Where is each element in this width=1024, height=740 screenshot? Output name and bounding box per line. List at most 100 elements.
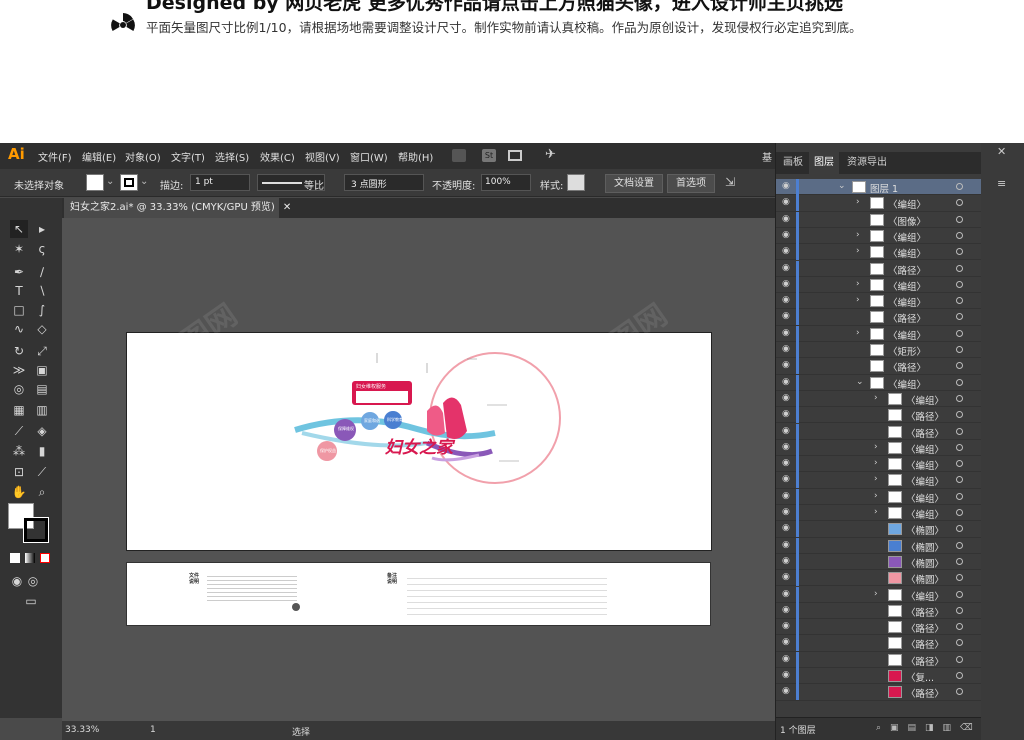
menu-edit[interactable]: 编辑(E) (82, 149, 116, 164)
eye-icon[interactable]: ◉ (782, 279, 790, 289)
arrange-icon[interactable]: ⇲ (725, 175, 735, 189)
stroke-color-box[interactable] (23, 517, 49, 543)
curvature-tool-icon[interactable]: ∕ (33, 263, 51, 281)
eraser-tool-icon[interactable]: ◇ (33, 320, 51, 338)
preferences-button[interactable]: 首选项 (667, 174, 715, 193)
line-tool-icon[interactable]: ∖ (33, 282, 51, 300)
mesh-tool-icon[interactable]: ▦ (10, 401, 28, 419)
eyedropper-tool-icon[interactable]: ⟋ (10, 422, 28, 440)
gradient-mode-icon[interactable] (25, 553, 35, 563)
layer-row[interactable]: ◉ 〈图像〉 (776, 211, 981, 228)
selection-tool-icon[interactable]: ↖ (10, 220, 28, 238)
opacity-input[interactable]: 100% (481, 174, 531, 191)
stroke-swatch[interactable] (120, 174, 138, 191)
chevron-right-icon[interactable]: › (874, 458, 878, 468)
eye-icon[interactable]: ◉ (782, 377, 790, 387)
eye-icon[interactable]: ◉ (782, 246, 790, 256)
chevron-right-icon[interactable]: › (856, 197, 860, 207)
target-icon[interactable] (956, 199, 963, 207)
shaper-tool-icon[interactable]: ∿ (10, 320, 28, 338)
layer-row[interactable]: ◉ › 〈编组〉 (776, 325, 981, 342)
chevron-right-icon[interactable]: › (874, 507, 878, 517)
chevron-right-icon[interactable]: › (874, 491, 878, 501)
zoom-tool-icon[interactable]: ⌕ (33, 483, 51, 501)
layer-row[interactable]: ◉ › 〈编组〉 (776, 505, 981, 522)
eye-icon[interactable]: ◉ (782, 360, 790, 370)
chevron-down-icon[interactable]: ⌄ (106, 176, 114, 187)
artboard-notes[interactable]: 文件说明 备注说明 (126, 562, 711, 626)
tab-artboards[interactable]: 画板 (778, 152, 808, 174)
target-icon[interactable] (956, 541, 963, 549)
artboard-main[interactable]: 妇女之家 妇女维权服务 保障维权 家庭和谐 科学教育 保护权益 (126, 332, 712, 551)
layer-row[interactable]: ◉ 〈路径〉 (776, 651, 981, 668)
menu-icon[interactable]: ≡ (997, 177, 1006, 190)
lasso-tool-icon[interactable]: ς (33, 240, 51, 258)
document-setup-button[interactable]: 文档设置 (605, 174, 663, 193)
type-tool-icon[interactable]: T (10, 282, 28, 300)
target-icon[interactable] (956, 672, 963, 679)
chevron-down-icon[interactable]: ⌄ (838, 181, 846, 191)
workspace-label[interactable]: 基 (762, 149, 772, 164)
gpu-performance-icon[interactable]: ✈ (545, 147, 556, 162)
tab-layers[interactable]: 图层 (809, 152, 839, 174)
free-transform-tool-icon[interactable]: ▣ (33, 361, 51, 379)
menu-type[interactable]: 文字(T) (171, 149, 205, 164)
eye-icon[interactable]: ◉ (782, 393, 790, 403)
layer-row[interactable]: ◉ ⌄ 〈编组〉 (776, 374, 981, 391)
layer-row[interactable]: ◉ 〈路径〉 (776, 260, 981, 277)
eye-icon[interactable]: ◉ (782, 686, 790, 696)
chevron-right-icon[interactable]: › (874, 474, 878, 484)
shape-builder-tool-icon[interactable]: ◎ (10, 380, 28, 398)
eye-icon[interactable]: ◉ (782, 295, 790, 305)
gradient-tool-icon[interactable]: ▥ (33, 401, 51, 419)
bridge-icon[interactable] (452, 149, 466, 162)
chevron-right-icon[interactable]: › (874, 589, 878, 599)
width-tool-icon[interactable]: ≫ (10, 361, 28, 379)
target-icon[interactable] (956, 378, 963, 386)
stroke-weight-input[interactable]: 1 pt (190, 174, 250, 191)
chevron-right-icon[interactable]: › (856, 328, 860, 338)
eye-icon[interactable]: ◉ (782, 328, 790, 338)
target-icon[interactable] (956, 427, 963, 435)
magic-wand-tool-icon[interactable]: ✶ (10, 240, 28, 258)
menu-window[interactable]: 窗口(W) (350, 149, 388, 164)
layer-row[interactable]: ◉ › 〈编组〉 (776, 456, 981, 473)
target-icon[interactable] (956, 606, 963, 614)
stock-icon[interactable]: St (482, 149, 496, 162)
target-icon[interactable] (956, 346, 963, 353)
blend-tool-icon[interactable]: ◈ (33, 422, 51, 440)
layer-row[interactable]: ◉ ⌄ 图层 1 (776, 179, 981, 196)
eye-icon[interactable]: ◉ (782, 230, 790, 240)
menu-help[interactable]: 帮助(H) (398, 149, 433, 164)
layer-row[interactable]: ◉ › 〈编组〉 (776, 390, 981, 408)
layer-row[interactable]: ◉ 〈路径〉 (776, 358, 981, 375)
target-icon[interactable] (956, 509, 963, 516)
paintbrush-tool-icon[interactable]: ∫ (33, 301, 51, 319)
eye-icon[interactable]: ◉ (782, 540, 790, 550)
chevron-down-icon[interactable]: ⌄ (856, 377, 864, 387)
zoom-level[interactable]: 33.33% (65, 725, 99, 735)
workspace-grid-icon[interactable] (508, 150, 522, 161)
fill-swatch[interactable] (86, 174, 104, 191)
layer-row[interactable]: ◉ 〈椭圆〉 (776, 570, 981, 587)
direct-selection-tool-icon[interactable]: ▸ (33, 220, 51, 238)
eye-icon[interactable]: ◉ (782, 589, 790, 599)
layer-row[interactable]: ◉ › 〈编组〉 (776, 244, 981, 261)
chevron-right-icon[interactable]: › (856, 246, 860, 256)
layer-row[interactable]: ◉ 〈矩形〉 (776, 342, 981, 359)
status-mode[interactable]: 选择 (292, 725, 310, 738)
eye-icon[interactable]: ◉ (782, 670, 790, 680)
layer-row[interactable]: ◉ 〈路径〉 (776, 423, 981, 440)
graph-tool-icon[interactable]: ▮ (33, 442, 51, 460)
layer-row[interactable]: ◉ › 〈编组〉 (776, 472, 981, 489)
layer-row[interactable]: ◉ 〈路径〉 (776, 684, 981, 701)
target-icon[interactable] (956, 590, 963, 598)
close-icon[interactable]: ✕ (283, 202, 291, 213)
eye-icon[interactable]: ◉ (782, 426, 790, 436)
menu-view[interactable]: 视图(V) (305, 149, 340, 164)
draw-behind-icon[interactable]: ◎ (24, 572, 42, 590)
layer-row[interactable]: ◉ 〈路径〉 (776, 619, 981, 636)
brush-select[interactable]: 3 点圆形 (344, 174, 424, 191)
menu-effect[interactable]: 效果(C) (260, 149, 295, 164)
target-icon[interactable] (956, 411, 963, 419)
